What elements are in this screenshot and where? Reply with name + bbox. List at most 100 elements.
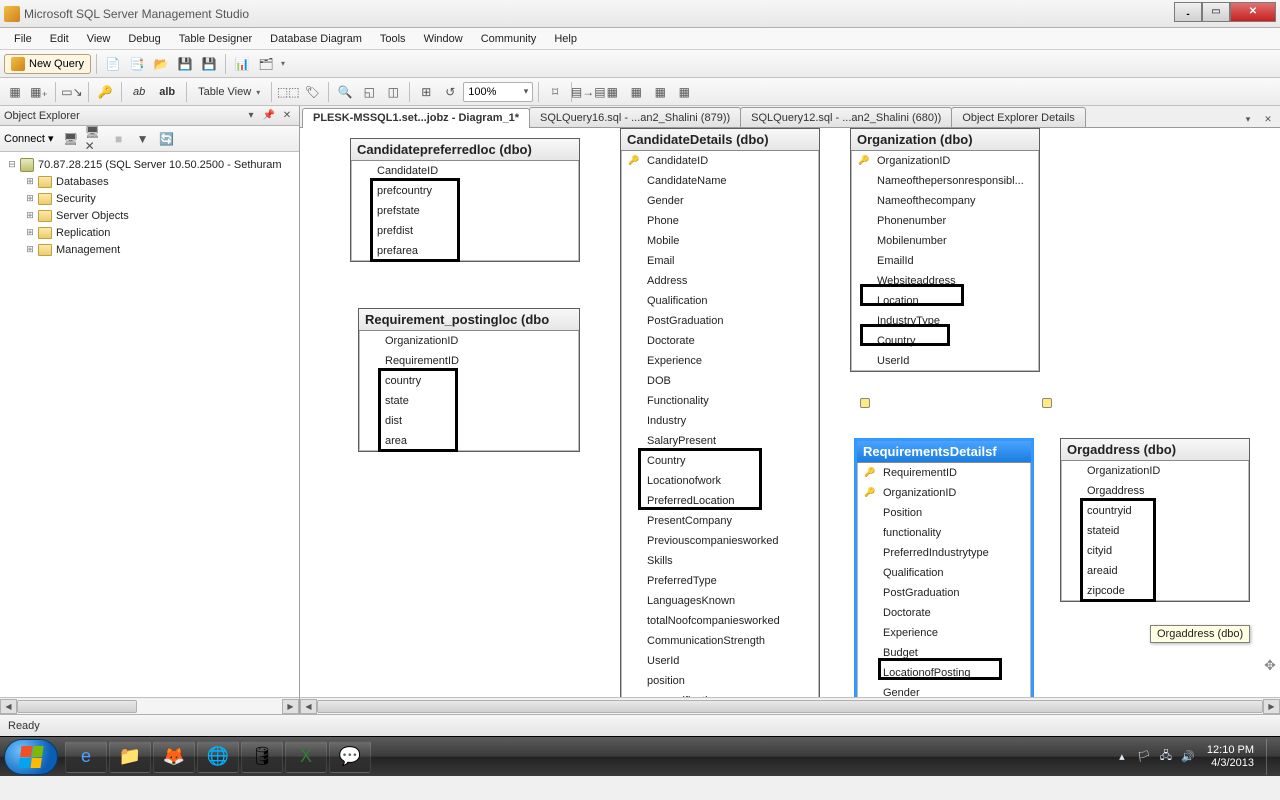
tree-folder-replication[interactable]: ⊞ Replication bbox=[2, 224, 297, 241]
col[interactable]: LocationofPosting bbox=[879, 667, 1027, 679]
col[interactable]: Country bbox=[873, 335, 1035, 347]
col[interactable]: Functionality bbox=[643, 395, 815, 407]
col[interactable]: UserId bbox=[643, 655, 815, 667]
col[interactable]: Orgaddress bbox=[1083, 485, 1245, 497]
dropdown-icon[interactable]: ▾ bbox=[281, 59, 285, 68]
col[interactable]: countryid bbox=[1083, 505, 1245, 517]
col-dist[interactable]: dist bbox=[381, 415, 575, 427]
relationship-endpoint-icon[interactable] bbox=[1042, 398, 1052, 408]
table-header[interactable]: RequirementsDetailsf bbox=[857, 441, 1031, 463]
col[interactable]: Budget bbox=[879, 647, 1027, 659]
tree-folder-server-objects[interactable]: ⊞ Server Objects bbox=[2, 207, 297, 224]
col[interactable]: OrganizationID bbox=[873, 155, 1035, 167]
expander-icon[interactable]: ⊞ bbox=[24, 227, 36, 238]
tree-server-node[interactable]: ⊟ 70.87.28.215 (SQL Server 10.50.2500 - … bbox=[2, 156, 297, 173]
col-candidateid[interactable]: CandidateID bbox=[373, 165, 575, 177]
tray-flag-icon[interactable]: 🏳 bbox=[1135, 748, 1153, 766]
menu-help[interactable]: Help bbox=[546, 31, 585, 47]
col[interactable]: CandidateID bbox=[643, 155, 815, 167]
col[interactable]: Experience bbox=[879, 627, 1027, 639]
col[interactable]: Qualification bbox=[643, 295, 815, 307]
zoom-button[interactable]: 🔍 bbox=[334, 81, 356, 103]
resize-grip-icon[interactable]: ✥ bbox=[1262, 657, 1278, 673]
taskbar-explorer-icon[interactable]: 📁 bbox=[109, 741, 151, 773]
table-requirement-postingloc[interactable]: Requirement_postingloc (dbo Organization… bbox=[358, 308, 580, 452]
col[interactable]: totalNoofcompaniesworked bbox=[643, 615, 815, 627]
stop-button[interactable]: ■ bbox=[108, 128, 130, 150]
col[interactable]: CommunicationStrength bbox=[643, 635, 815, 647]
col[interactable]: zipcode bbox=[1083, 585, 1245, 597]
scroll-right-icon[interactable]: ▶ bbox=[1263, 699, 1280, 714]
scroll-left-icon[interactable]: ◀ bbox=[0, 699, 17, 714]
col[interactable]: PreferredLocation bbox=[643, 495, 815, 507]
col[interactable]: Mobilenumber bbox=[873, 235, 1035, 247]
open-file-button[interactable]: 📂 bbox=[150, 53, 172, 75]
expander-icon[interactable]: ⊞ bbox=[24, 210, 36, 221]
col[interactable]: Position bbox=[879, 507, 1027, 519]
fulltext-button[interactable]: ▦ bbox=[649, 81, 671, 103]
object-explorer-hscroll[interactable]: ◀ ▶ bbox=[0, 697, 299, 714]
panel-dropdown-icon[interactable]: ▾ bbox=[243, 108, 259, 124]
col[interactable]: OrganizationID bbox=[879, 487, 1027, 499]
col[interactable]: Doctorate bbox=[879, 607, 1027, 619]
table-requirementsdetailsf[interactable]: RequirementsDetailsf RequirementID Organ… bbox=[854, 438, 1034, 697]
col[interactable]: Nameofthepersonresponsibl... bbox=[873, 175, 1035, 187]
table-header[interactable]: Requirement_postingloc (dbo bbox=[359, 309, 579, 331]
col[interactable]: Previouscompaniesworked bbox=[643, 535, 815, 547]
add-table-button[interactable]: ▦₊ bbox=[28, 81, 50, 103]
col[interactable]: stateid bbox=[1083, 525, 1245, 537]
col-prefstate[interactable]: prefstate bbox=[373, 205, 575, 217]
refresh-button[interactable]: 🔄 bbox=[156, 128, 178, 150]
col[interactable]: PostGraduation bbox=[643, 315, 815, 327]
expander-icon[interactable]: ⊞ bbox=[24, 244, 36, 255]
connect-label[interactable]: Connect ▾ bbox=[4, 132, 58, 145]
ab-button[interactable]: ab bbox=[127, 84, 151, 100]
col[interactable]: UserId bbox=[873, 355, 1035, 367]
save-button[interactable]: 💾 bbox=[174, 53, 196, 75]
show-desktop-button[interactable] bbox=[1266, 739, 1276, 775]
tree-folder-databases[interactable]: ⊞ Databases bbox=[2, 173, 297, 190]
new-table-button[interactable]: ▦ bbox=[4, 81, 26, 103]
col-requirementid[interactable]: RequirementID bbox=[381, 355, 575, 367]
menu-window[interactable]: Window bbox=[416, 31, 471, 47]
new-query-button[interactable]: New Query bbox=[4, 54, 91, 74]
taskbar-chrome-icon[interactable]: 🌐 bbox=[197, 741, 239, 773]
col[interactable]: IndustryType bbox=[873, 315, 1035, 327]
col-area[interactable]: area bbox=[381, 435, 575, 447]
menu-file[interactable]: File bbox=[6, 31, 40, 47]
col[interactable]: LanguagesKnown bbox=[643, 595, 815, 607]
alb-button[interactable]: alb bbox=[153, 84, 181, 100]
col[interactable]: Phonenumber bbox=[873, 215, 1035, 227]
taskbar-gtalk-icon[interactable]: 💬 bbox=[329, 741, 371, 773]
manage-indexes-button[interactable]: ▦ bbox=[601, 81, 623, 103]
panel-close-icon[interactable]: ✕ bbox=[279, 108, 295, 124]
col-country[interactable]: country bbox=[381, 375, 575, 387]
scroll-thumb[interactable] bbox=[17, 700, 137, 713]
recalc-button[interactable]: ↺ bbox=[439, 81, 461, 103]
taskbar-clock[interactable]: 12:10 PM 4/3/2013 bbox=[1199, 744, 1262, 770]
maximize-button[interactable] bbox=[1202, 2, 1230, 22]
col[interactable]: Qualification bbox=[879, 567, 1027, 579]
new-text-annotation-button[interactable]: ⌑ bbox=[544, 81, 566, 103]
generate-script-button[interactable]: ▤→▤ bbox=[577, 81, 599, 103]
table-organization[interactable]: Organization (dbo) OrganizationID Nameof… bbox=[850, 128, 1040, 372]
col[interactable]: PresentCompany bbox=[643, 515, 815, 527]
col[interactable]: SalaryPresent bbox=[643, 435, 815, 447]
tree-folder-security[interactable]: ⊞ Security bbox=[2, 190, 297, 207]
col[interactable]: Locationofwork bbox=[643, 475, 815, 487]
tray-volume-icon[interactable]: 🔊 bbox=[1179, 748, 1197, 766]
filter-button[interactable]: ▼ bbox=[132, 128, 154, 150]
table-view-dropdown[interactable]: Table View ▾ bbox=[192, 84, 266, 100]
col[interactable]: OrganizationID bbox=[1083, 465, 1245, 477]
tab-sqlquery12[interactable]: SQLQuery12.sql - ...an2_Shalini (680)) bbox=[740, 107, 952, 127]
scroll-thumb[interactable] bbox=[317, 700, 1263, 713]
new-project-button[interactable]: 📄 bbox=[102, 53, 124, 75]
col[interactable]: Skills bbox=[643, 555, 815, 567]
scroll-right-icon[interactable]: ▶ bbox=[282, 699, 299, 714]
col-state[interactable]: state bbox=[381, 395, 575, 407]
taskbar-firefox-icon[interactable]: 🦊 bbox=[153, 741, 195, 773]
minimize-button[interactable] bbox=[1174, 2, 1202, 22]
registered-servers-button[interactable]: 🗂 bbox=[255, 53, 277, 75]
set-primary-key-button[interactable]: 🔑 bbox=[94, 81, 116, 103]
col-prefdist[interactable]: prefdist bbox=[373, 225, 575, 237]
